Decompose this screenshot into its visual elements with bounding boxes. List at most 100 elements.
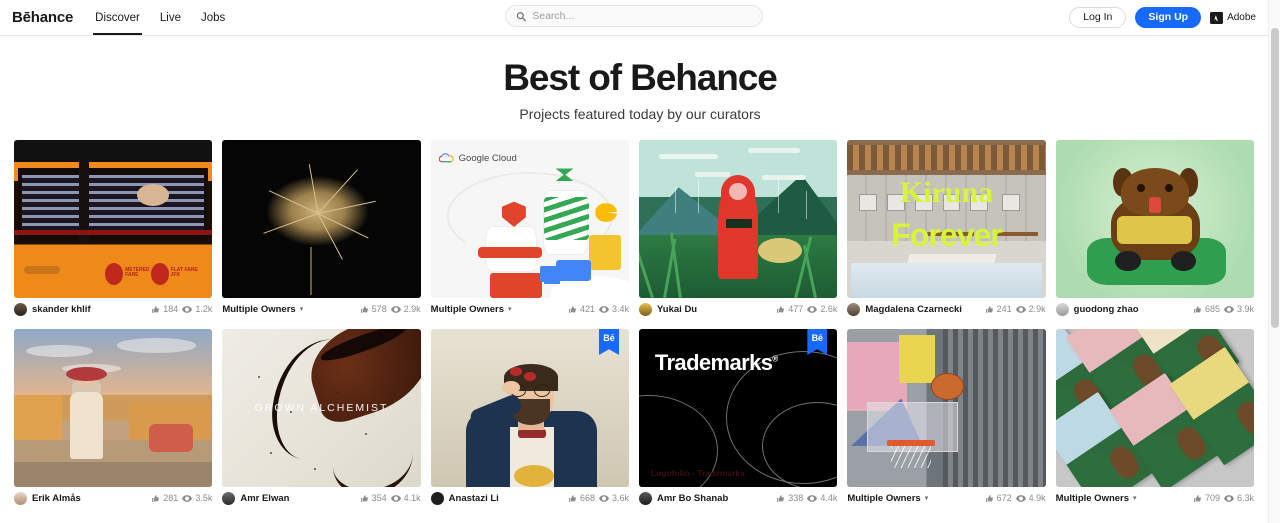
project-card[interactable]: METERED FARE FLAT FARE JFK skander khlif 18…	[14, 140, 213, 320]
project-thumbnail[interactable]: METERED FARE FLAT FARE JFK	[14, 140, 213, 298]
likes-count: 281	[163, 493, 179, 503]
project-stats: 685 3.9k	[1193, 304, 1254, 314]
views-stat: 3.4k	[598, 304, 629, 314]
project-card[interactable]: Yukai Du 477 2.6k	[638, 140, 838, 320]
project-thumbnail[interactable]	[638, 140, 838, 298]
project-meta: guodong zhao 685 3.9k	[1055, 298, 1254, 320]
chevron-down-icon[interactable]: ▾	[300, 305, 304, 313]
project-thumbnail[interactable]: Bē	[430, 329, 629, 487]
search-box[interactable]	[505, 5, 763, 27]
project-thumbnail[interactable]	[14, 329, 213, 487]
project-card[interactable]: Google Cloud Multiple Owners ▾ 421 3.4k	[430, 140, 629, 320]
avatar[interactable]	[847, 302, 861, 316]
eye-icon	[1015, 494, 1026, 502]
page-scrollbar[interactable]	[1268, 0, 1280, 523]
project-meta: Anastazi Li 668 3.6k	[430, 487, 629, 509]
project-owner[interactable]: skander khlif	[32, 304, 91, 315]
avatar[interactable]	[14, 302, 27, 316]
google-cloud-wordmark: Google Cloud	[458, 152, 517, 164]
project-thumbnail[interactable]: Google Cloud	[430, 140, 629, 298]
thumbs-up-icon	[777, 305, 785, 313]
project-card[interactable]: Kiruna Forever Magdalena Czarnecki 241 2…	[847, 140, 1046, 320]
project-owner[interactable]: Anastazi Li	[449, 493, 499, 504]
views-count: 3.9k	[1236, 304, 1254, 314]
views-stat: 3.5k	[182, 493, 212, 503]
artwork-fashion-street	[14, 329, 213, 487]
views-count: 3.6k	[611, 493, 629, 503]
project-stats: 281 3.5k	[151, 493, 212, 503]
project-thumbnail[interactable]	[1055, 329, 1254, 487]
artwork-overlay-text: Trademarks®	[655, 350, 778, 376]
views-count: 6.3k	[1236, 493, 1254, 503]
project-thumbnail[interactable]: GROWN ALCHEMIST	[222, 329, 421, 487]
thumbs-up-icon	[985, 494, 993, 502]
log-in-button[interactable]: Log In	[1069, 7, 1127, 28]
project-card[interactable]: Erik Almås 281 3.5k	[14, 329, 213, 509]
project-owner[interactable]: Yukai Du	[657, 304, 697, 315]
chevron-down-icon[interactable]: ▾	[925, 494, 929, 502]
project-stats: 421 3.4k	[568, 304, 629, 314]
project-card[interactable]: Bē Anastazi Li 668 3.6k	[430, 329, 629, 509]
adobe-link[interactable]: Adobe	[1210, 11, 1256, 24]
likes-count: 709	[1204, 493, 1220, 503]
project-card[interactable]: guodong zhao 685 3.9k	[1055, 140, 1254, 320]
project-owner[interactable]: Multiple Owners	[431, 304, 504, 315]
likes-count: 338	[788, 493, 804, 503]
project-owner[interactable]: Multiple Owners	[847, 493, 920, 504]
likes-count: 421	[579, 304, 595, 314]
avatar[interactable]	[222, 491, 236, 505]
avatar[interactable]	[638, 302, 652, 316]
project-stats: 354 4.1k	[360, 493, 421, 503]
avatar[interactable]	[638, 491, 652, 505]
views-count: 3.4k	[611, 304, 629, 314]
project-stats: 241 2.9k	[985, 304, 1046, 314]
behance-logo[interactable]: Bēhance	[12, 9, 73, 26]
scrollbar-thumb[interactable]	[1271, 28, 1279, 328]
project-owner[interactable]: Erik Almås	[32, 493, 81, 504]
search-input[interactable]	[532, 10, 752, 22]
project-meta: Amr Bo Shanab 338 4.4k	[638, 487, 837, 509]
project-thumbnail[interactable]	[847, 329, 1046, 487]
project-card[interactable]: GROWN ALCHEMIST Amr Elwan 354 4.1k	[222, 329, 421, 509]
project-stats: 477 2.6k	[776, 304, 837, 314]
project-card[interactable]: Multiple Owners ▾ 709 6.3k	[1055, 329, 1254, 509]
project-thumbnail[interactable]	[222, 140, 421, 298]
sign-up-button[interactable]: Sign Up	[1135, 7, 1202, 28]
project-owner[interactable]: guodong zhao	[1074, 304, 1139, 315]
avatar[interactable]	[430, 491, 444, 505]
project-owner[interactable]: Amr Elwan	[240, 493, 289, 504]
project-thumbnail[interactable]: Kiruna Forever	[847, 140, 1046, 298]
adobe-logo-icon	[1210, 11, 1224, 24]
registered-mark-icon: ®	[772, 354, 778, 364]
project-card[interactable]: Multiple Owners ▾ 578 2.9k	[222, 140, 421, 320]
likes-count: 184	[163, 304, 179, 314]
eye-icon	[807, 305, 818, 313]
trademarks-wordmark: Trademarks	[654, 349, 773, 375]
likes-stat: 281	[151, 493, 178, 503]
project-owner[interactable]: Multiple Owners	[1056, 493, 1129, 504]
project-meta: Multiple Owners ▾ 672 4.9k	[847, 487, 1045, 509]
nav-item-discover[interactable]: Discover	[93, 0, 142, 36]
project-thumbnail[interactable]	[1055, 140, 1254, 298]
nav-item-jobs[interactable]: Jobs	[201, 0, 225, 36]
likes-stat: 354	[360, 493, 387, 503]
avatar[interactable]	[14, 491, 27, 505]
chevron-down-icon[interactable]: ▾	[1133, 494, 1137, 502]
avatar[interactable]	[1055, 302, 1069, 316]
artwork-taxi: METERED FARE FLAT FARE JFK	[14, 140, 213, 298]
project-meta: Yukai Du 477 2.6k	[638, 298, 837, 320]
project-card[interactable]: Trademarks® Logofolio - Trademarks Bē Am…	[638, 329, 838, 509]
thumbs-up-icon	[569, 305, 576, 313]
eye-icon	[1223, 494, 1234, 502]
project-thumbnail[interactable]: Trademarks® Logofolio - Trademarks Bē	[638, 329, 838, 487]
likes-count: 477	[788, 304, 804, 314]
project-owner[interactable]: Multiple Owners	[222, 304, 295, 315]
project-stats: 338 4.4k	[776, 493, 837, 503]
artwork-caption: Logofolio - Trademarks	[650, 467, 745, 478]
likes-stat: 477	[776, 304, 803, 314]
project-owner[interactable]: Amr Bo Shanab	[657, 493, 728, 504]
chevron-down-icon[interactable]: ▾	[508, 305, 512, 313]
project-card[interactable]: Multiple Owners ▾ 672 4.9k	[847, 329, 1046, 509]
project-owner[interactable]: Magdalena Czarnecki	[865, 304, 962, 315]
nav-item-live[interactable]: Live	[160, 0, 181, 36]
